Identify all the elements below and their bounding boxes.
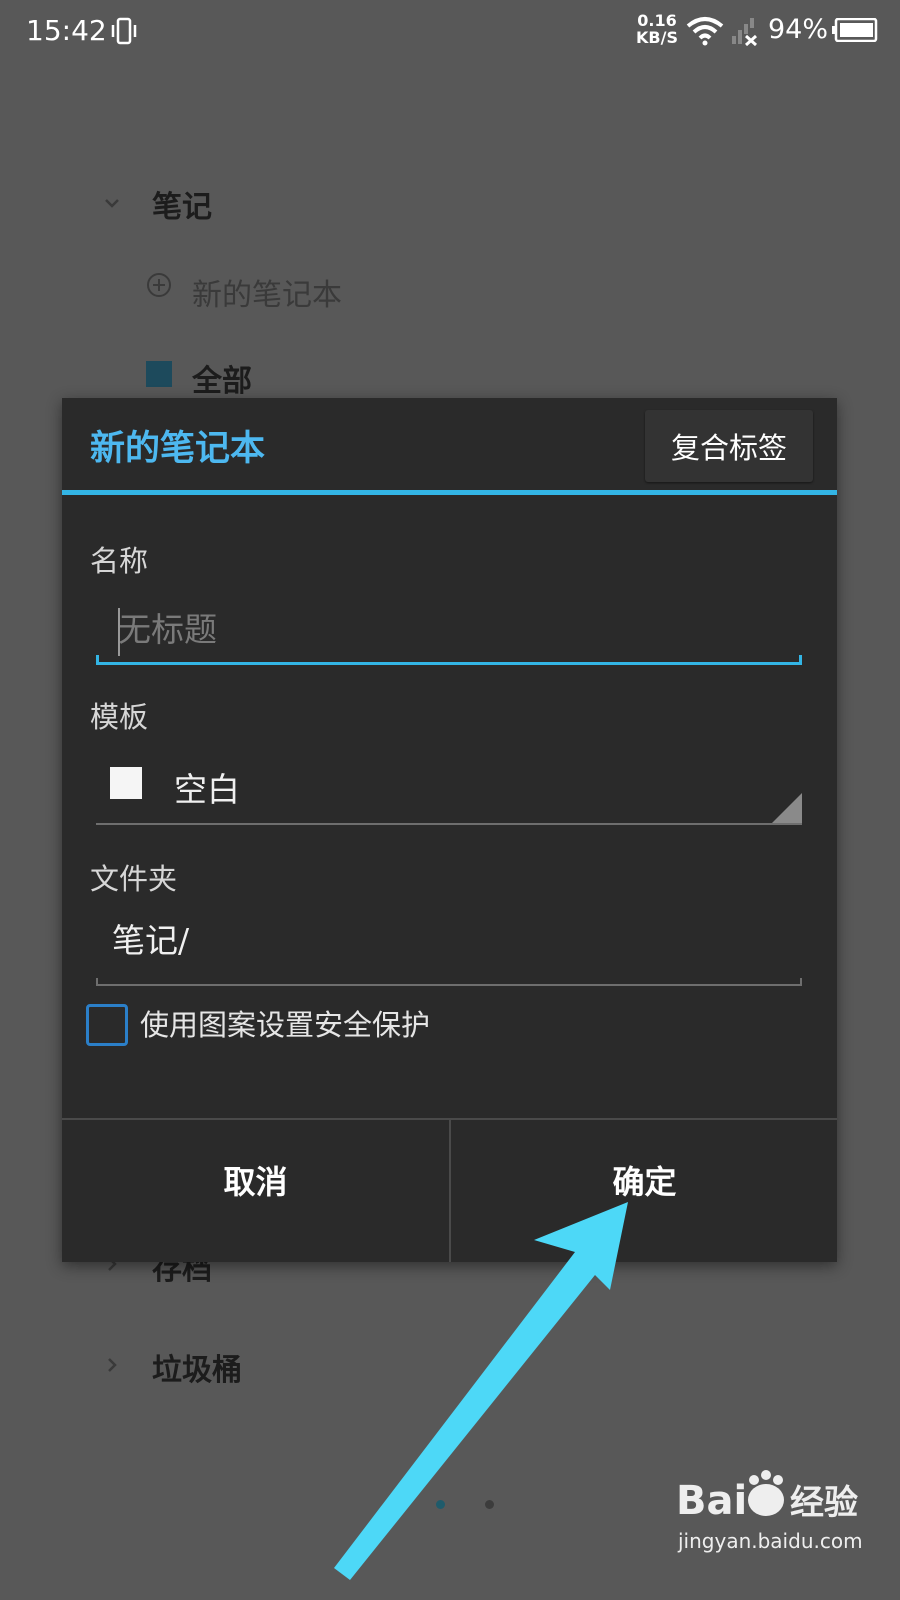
svg-text:jingyan.baidu.com: jingyan.baidu.com — [677, 1529, 863, 1553]
battery-percent: 94% — [768, 14, 829, 45]
network-speed-value: 0.16 — [637, 11, 677, 30]
drawer-all[interactable]: 全部 — [192, 356, 252, 400]
network-speed: 0.16 KB/S — [636, 12, 678, 46]
svg-text:经验: 经验 — [790, 1483, 858, 1523]
name-label: 名称 — [90, 544, 149, 578]
drawer-new-notebook[interactable]: 新的笔记本 — [192, 270, 342, 314]
baidu-jingyan-watermark: Bai 经验 jingyan.baidu.com — [676, 1470, 863, 1553]
template-swatch — [110, 767, 142, 799]
chevron-down-icon — [105, 199, 119, 208]
battery-icon — [832, 18, 878, 42]
spinner-arrow-icon — [772, 793, 802, 823]
drawer-trash[interactable]: 垃圾桶 — [152, 1345, 242, 1389]
status-bar: 15:42 0.16 KB/S 94% — [0, 0, 900, 64]
template-label: 模板 — [90, 700, 149, 734]
folder-label: 文件夹 — [90, 862, 178, 896]
template-spinner[interactable]: 空白 — [96, 753, 802, 825]
pattern-lock-checkbox[interactable] — [86, 1004, 128, 1046]
new-notebook-dialog: 新的笔记本 复合标签 名称 模板 空白 文件夹 笔记/ 使用图案设置安全保护 取… — [62, 398, 837, 1262]
annotation-arrow-icon — [334, 1202, 628, 1580]
network-speed-unit: KB/S — [636, 28, 678, 47]
folder-field[interactable]: 笔记/ — [112, 914, 189, 962]
drawer-section-notes[interactable]: 笔记 — [152, 182, 212, 226]
dialog-title: 新的笔记本 — [90, 428, 266, 469]
name-input-underline — [96, 655, 802, 665]
chevron-right-icon — [108, 1358, 117, 1372]
title-divider — [62, 490, 837, 495]
signal-no-sim-icon — [732, 18, 758, 46]
folder-underline — [96, 978, 802, 986]
template-value: 空白 — [174, 770, 240, 809]
pattern-lock-label[interactable]: 使用图案设置安全保护 — [140, 1002, 430, 1044]
notebook-color-icon — [146, 361, 172, 387]
vibrate-icon — [111, 17, 137, 45]
name-input[interactable] — [98, 598, 820, 660]
compound-tag-button[interactable]: 复合标签 — [645, 410, 813, 482]
spinner-underline — [96, 823, 802, 825]
text-cursor — [118, 608, 120, 656]
svg-text:Bai: Bai — [676, 1478, 747, 1524]
status-time: 15:42 — [26, 14, 107, 47]
add-circle-icon — [147, 273, 171, 297]
wifi-icon — [686, 17, 724, 46]
